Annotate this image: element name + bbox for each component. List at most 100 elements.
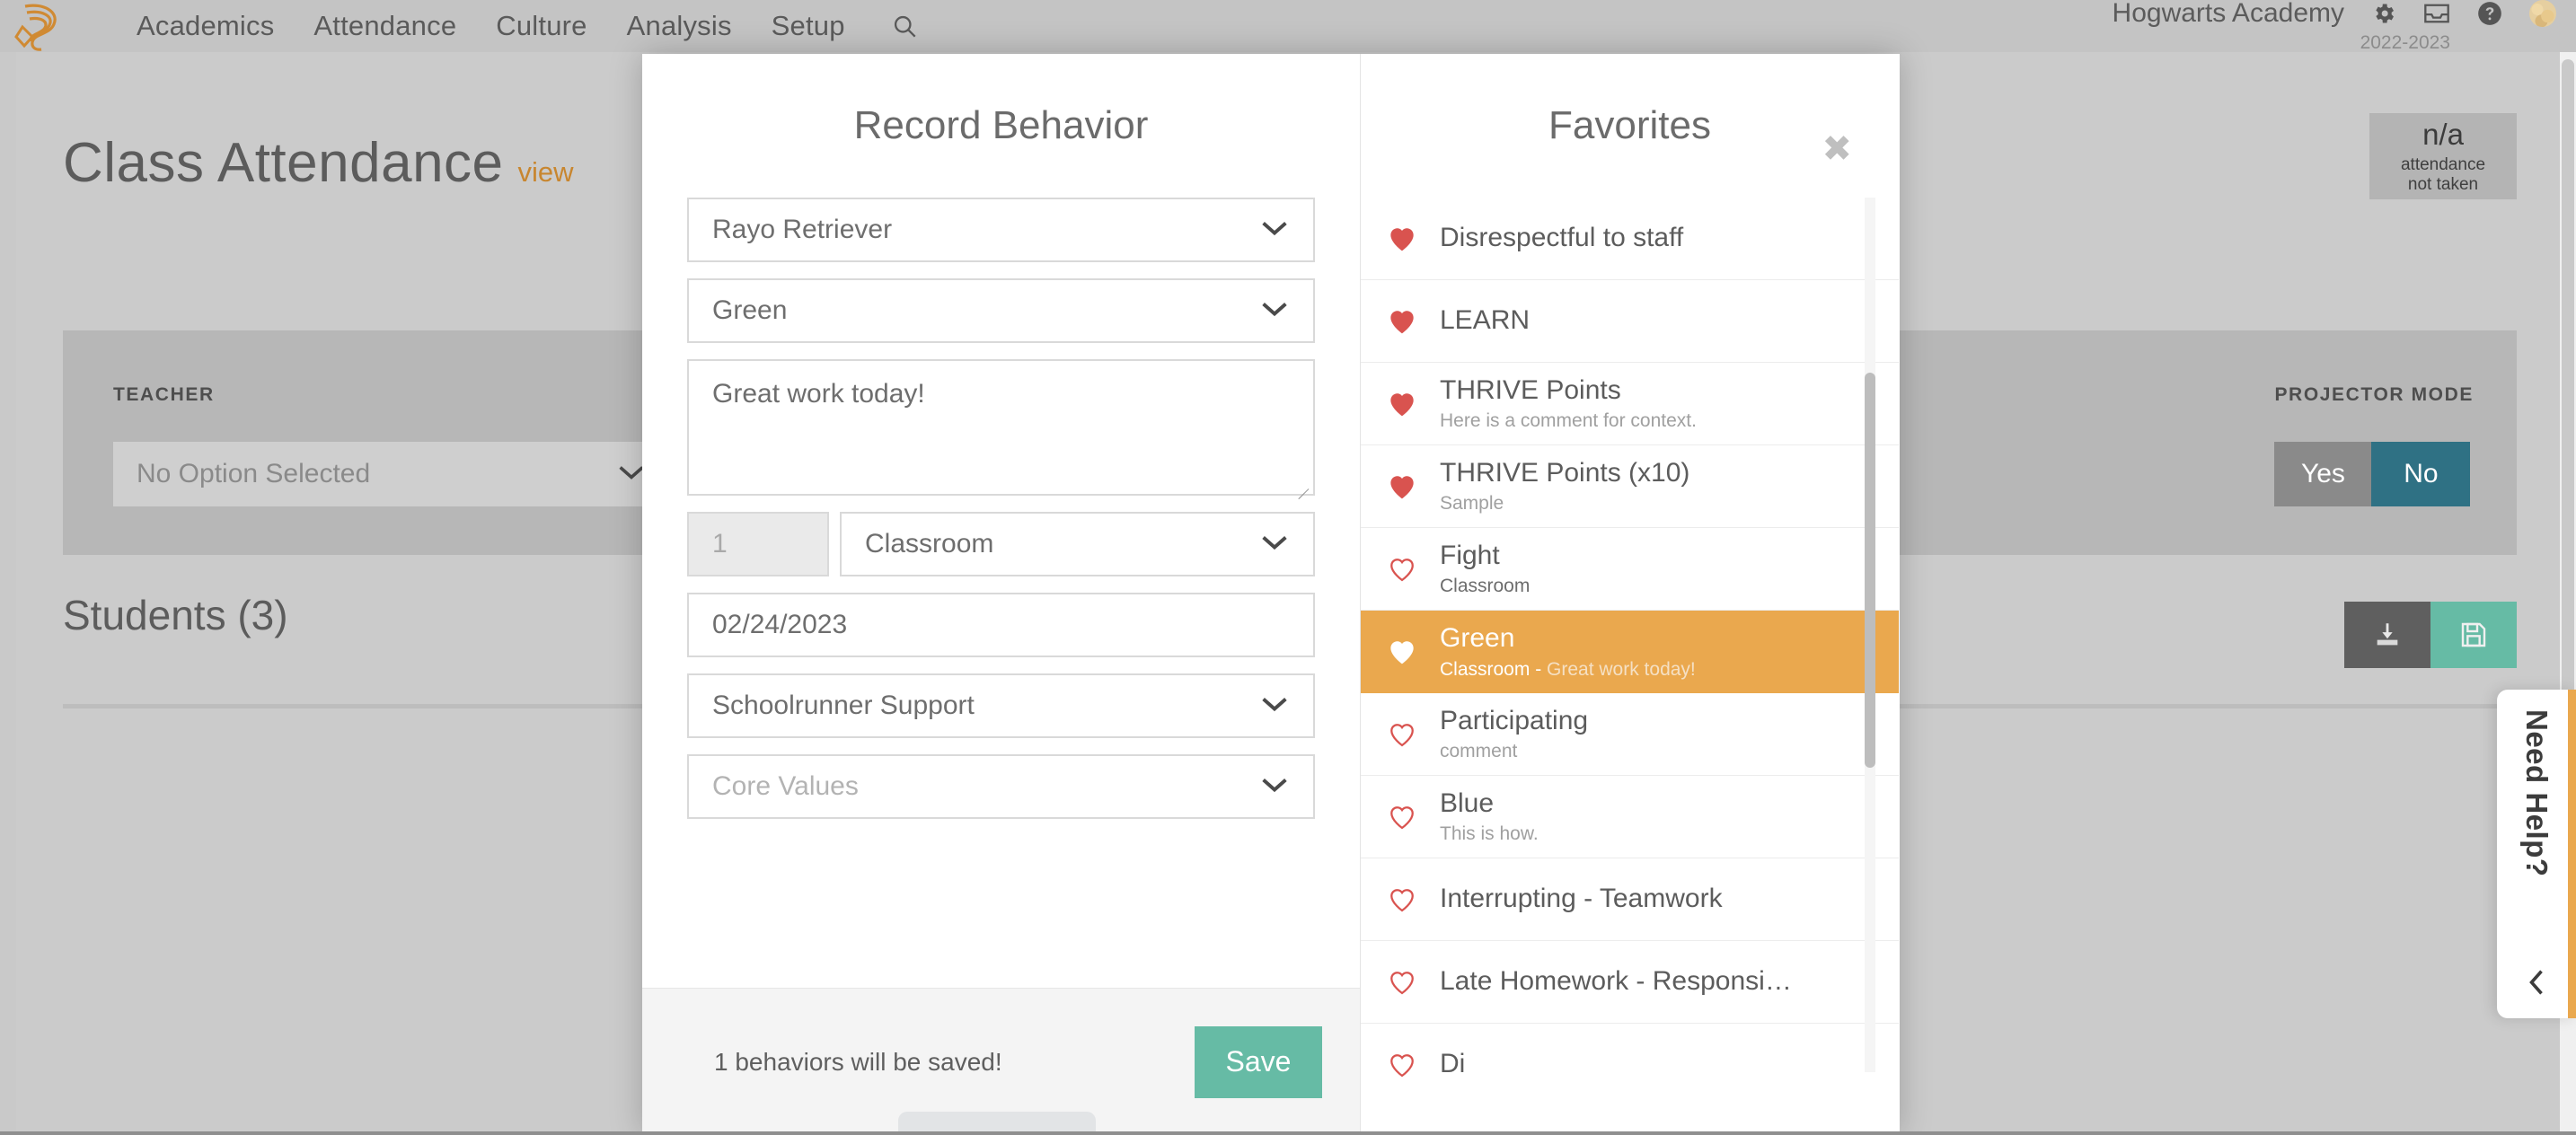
behavior-select[interactable]: Green bbox=[687, 278, 1315, 343]
favorites-title: Favorites bbox=[1548, 103, 1711, 147]
chevron-down-icon bbox=[1259, 691, 1290, 721]
search-icon[interactable] bbox=[892, 13, 917, 39]
favorite-item-label: LEARN bbox=[1440, 305, 1531, 336]
favorite-item-subtext-location: Classroom - bbox=[1440, 658, 1548, 680]
favorite-item-subtext-comment: Great work today! bbox=[1547, 658, 1696, 680]
favorites-scrollbar-thumb[interactable] bbox=[1865, 373, 1875, 768]
heart-outline-icon[interactable] bbox=[1377, 804, 1427, 831]
favorite-item-subtext-comment: Sample bbox=[1440, 493, 1504, 515]
heart-outline-icon[interactable] bbox=[1377, 556, 1427, 583]
favorite-item-subtext: This is how. bbox=[1440, 823, 1539, 844]
need-help-label: Need Help? bbox=[2520, 709, 2554, 877]
need-help-tab[interactable]: Need Help? bbox=[2497, 690, 2576, 1018]
behavior-select-value: Green bbox=[712, 295, 788, 325]
page-scrollbar-thumb[interactable] bbox=[2562, 59, 2574, 742]
page-header: Class Attendance view bbox=[63, 131, 574, 195]
favorite-item-text: THRIVE Points Here is a comment for conte… bbox=[1427, 374, 1697, 431]
favorite-item[interactable]: Fight Classroom bbox=[1361, 528, 1899, 611]
record-behavior-form: Rayo Retriever Green Great work today! 1… bbox=[642, 198, 1360, 988]
core-values-select[interactable]: Core Values bbox=[687, 754, 1315, 819]
topnav-right: Hogwarts Academy 2022-2023 bbox=[2113, 0, 2576, 52]
favorite-item-label: THRIVE Points bbox=[1440, 374, 1621, 405]
favorite-item-text: THRIVE Points (x10) Sample bbox=[1427, 457, 1690, 515]
heart-outline-icon[interactable] bbox=[1377, 1051, 1427, 1078]
resize-grip-icon[interactable] bbox=[1294, 477, 1309, 491]
chevron-down-icon bbox=[1259, 771, 1290, 802]
date-input[interactable]: 02/24/2023 bbox=[687, 593, 1315, 657]
nav-item-analysis[interactable]: Analysis bbox=[607, 10, 752, 42]
favorite-item-text: Disrespectful to staff bbox=[1427, 223, 1684, 253]
avatar[interactable] bbox=[2529, 0, 2556, 27]
favorite-item[interactable]: Late Homework - Responsi… bbox=[1361, 941, 1899, 1024]
favorite-item-subtext: Here is a comment for context. bbox=[1440, 410, 1697, 431]
help-circle-icon[interactable] bbox=[2477, 1, 2502, 26]
teacher-select[interactable]: No Option Selected bbox=[113, 442, 670, 506]
save-button[interactable]: Save bbox=[1195, 1025, 1322, 1098]
favorite-item-label: Late Homework - Responsi… bbox=[1440, 966, 1792, 997]
favorite-item-subtext-location: Classroom bbox=[1440, 576, 1531, 597]
projector-no-button[interactable]: No bbox=[2371, 442, 2471, 506]
favorite-item[interactable]: Di bbox=[1361, 1024, 1899, 1099]
favorite-item-text: Participating comment bbox=[1427, 706, 1588, 761]
favorite-item-label: THRIVE Points (x10) bbox=[1440, 457, 1690, 488]
heart-filled-icon[interactable] bbox=[1377, 473, 1427, 500]
location-select[interactable]: Classroom bbox=[840, 512, 1315, 576]
favorite-item-label: Di bbox=[1440, 1049, 1466, 1079]
favorites-list[interactable]: Disrespectful to staff LEARN THRIVE Points… bbox=[1361, 198, 1899, 1099]
favorite-item[interactable]: Green Classroom - Great work today! bbox=[1361, 611, 1899, 693]
nav-item-attendance[interactable]: Attendance bbox=[294, 10, 476, 42]
teacher-filter-label: TEACHER bbox=[113, 384, 215, 405]
chevron-down-icon bbox=[1259, 215, 1290, 245]
save-count-message: 1 behaviors will be saved! bbox=[714, 1047, 1002, 1076]
attendance-status-line2: not taken bbox=[2407, 175, 2479, 194]
close-icon[interactable]: ✖ bbox=[1822, 131, 1852, 167]
nav-item-setup[interactable]: Setup bbox=[752, 10, 865, 42]
heart-filled-icon[interactable] bbox=[1377, 638, 1427, 665]
heart-filled-icon[interactable] bbox=[1377, 308, 1427, 335]
favorite-item[interactable]: Participating comment bbox=[1361, 693, 1899, 776]
favorite-item[interactable]: Disrespectful to staff bbox=[1361, 198, 1899, 280]
app-root: Academics Attendance Culture Analysis Se… bbox=[0, 0, 2576, 1135]
favorite-item-text: Interrupting - Teamwork bbox=[1427, 884, 1723, 913]
favorite-item[interactable]: THRIVE Points Here is a comment for conte… bbox=[1361, 363, 1899, 445]
gear-icon[interactable] bbox=[2371, 1, 2396, 26]
record-behavior-panel: Record Behavior Rayo Retriever Green Gre… bbox=[642, 54, 1361, 1135]
download-icon[interactable] bbox=[2344, 602, 2430, 668]
view-link[interactable]: view bbox=[518, 156, 574, 189]
favorites-list-inner: Disrespectful to staff LEARN THRIVE Points… bbox=[1361, 198, 1899, 1099]
favorite-item-text: LEARN bbox=[1427, 305, 1531, 336]
heart-outline-icon[interactable] bbox=[1377, 969, 1427, 996]
save-disk-icon[interactable] bbox=[2430, 602, 2517, 668]
date-input-value: 02/24/2023 bbox=[712, 610, 848, 639]
favorite-item[interactable]: THRIVE Points (x10) Sample bbox=[1361, 445, 1899, 528]
favorite-item-label: Disrespectful to staff bbox=[1440, 223, 1684, 253]
student-actions bbox=[2344, 602, 2517, 668]
projector-mode-label: PROJECTOR MODE bbox=[2274, 384, 2474, 405]
comment-textarea-value: Great work today! bbox=[712, 379, 925, 409]
quantity-input[interactable]: 1 bbox=[687, 512, 829, 576]
projector-yes-button[interactable]: Yes bbox=[2274, 442, 2372, 506]
heart-outline-icon[interactable] bbox=[1377, 886, 1427, 913]
heart-outline-icon[interactable] bbox=[1377, 721, 1427, 748]
student-select[interactable]: Rayo Retriever bbox=[687, 198, 1315, 262]
heart-filled-icon[interactable] bbox=[1377, 225, 1427, 252]
quantity-location-row: 1 Classroom bbox=[687, 512, 1315, 576]
schoolrunner-logo[interactable] bbox=[13, 1, 72, 51]
chevron-left-icon[interactable] bbox=[2527, 967, 2546, 1002]
heart-filled-icon[interactable] bbox=[1377, 391, 1427, 418]
recorded-by-select-value: Schoolrunner Support bbox=[712, 691, 975, 720]
inbox-icon[interactable] bbox=[2423, 2, 2450, 25]
favorite-item-subtext: Classroom bbox=[1440, 576, 1530, 596]
chevron-down-icon bbox=[1259, 295, 1290, 326]
school-name: Hogwarts Academy bbox=[2112, 0, 2344, 28]
nav-item-culture[interactable]: Culture bbox=[476, 10, 606, 42]
comment-textarea[interactable]: Great work today! bbox=[687, 359, 1315, 496]
student-select-value: Rayo Retriever bbox=[712, 215, 893, 244]
favorite-item[interactable]: LEARN bbox=[1361, 280, 1899, 363]
projector-mode-filter: PROJECTOR MODE Yes No bbox=[2274, 384, 2474, 506]
favorite-item[interactable]: Blue This is how. bbox=[1361, 776, 1899, 858]
nav-item-academics[interactable]: Academics bbox=[117, 10, 294, 42]
favorite-item[interactable]: Interrupting - Teamwork bbox=[1361, 858, 1899, 941]
recorded-by-select[interactable]: Schoolrunner Support bbox=[687, 673, 1315, 738]
need-help-accent-bar bbox=[2568, 690, 2576, 1018]
